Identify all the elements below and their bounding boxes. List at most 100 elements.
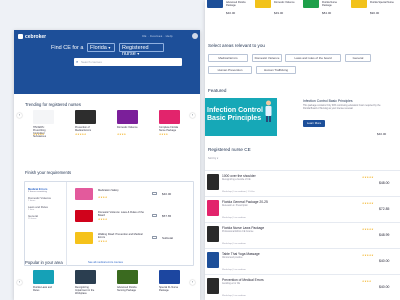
course-card[interactable]: Florida Laws and Rules — [25, 270, 63, 298]
course-thumbnail — [75, 232, 93, 244]
interest-chip[interactable]: Domestic Violence — [252, 54, 282, 62]
requirement-tab[interactable]: Domestic Violence 2 hours — [28, 196, 51, 202]
course-card[interactable]: Special FL Nurse Package — [151, 270, 189, 298]
interest-chip[interactable]: General — [345, 54, 371, 62]
find-label: Find CE for a — [51, 45, 84, 51]
logo[interactable]: cebroker — [18, 34, 46, 40]
course-format: Workshop | Live webinar — [222, 217, 246, 219]
profession-select[interactable]: Registered nurse ▾ — [119, 43, 164, 57]
requirements-title: Finish your requirements — [25, 170, 72, 175]
search-icon: ⌕ — [76, 59, 79, 64]
learn-more-button[interactable]: Learn More — [303, 120, 325, 127]
chevron-left-icon[interactable]: ‹ — [17, 280, 22, 285]
sort-select[interactable]: Sort by ▾ — [208, 157, 218, 160]
course-rating: ★★★★★ — [362, 254, 374, 257]
course-thumbnail — [159, 110, 180, 124]
course-price: $40.00 — [379, 285, 390, 289]
search-placeholder: Search courses — [81, 60, 102, 64]
course-title: Domestic Violence: Laws & Rules of the B… — [98, 211, 144, 217]
course-rating: ★★★★ — [362, 280, 372, 283]
requirement-course-row[interactable]: Walking Road: Prevention and Medical Err… — [75, 232, 190, 244]
course-title: Prevention of Medical Errors — [222, 278, 264, 282]
course-format: Workshop | Live webinar — [222, 295, 246, 297]
course-format: Workshop | Live webinar — [222, 269, 246, 271]
course-price: $57.65 — [162, 214, 172, 218]
chevron-down-icon: ▾ — [216, 157, 219, 160]
course-subtitle: Clinical and practice — [222, 257, 243, 259]
interest-chip[interactable]: Human Prevention — [208, 66, 252, 74]
sort-label: Sort by — [208, 157, 217, 160]
left-screen: cebroker CE · Courses · Help Find CE for… — [14, 30, 200, 300]
course-subtitle: Professional Ethics CE Course — [222, 231, 254, 233]
course-card[interactable]: Complete Florida Nurse Package ★★★★ — [151, 110, 189, 162]
course-card[interactable]: Prevention of Medical Errors ★★★★★ — [67, 110, 105, 162]
course-card[interactable]: Advanced Florida Nursing Package — [109, 270, 147, 298]
search-input[interactable]: ⌕ Search courses — [74, 58, 182, 66]
logo-text: cebroker — [25, 34, 47, 40]
course-price: $48.00 — [379, 181, 390, 185]
course-card[interactable]: Domestic Violence $49.00 — [255, 0, 299, 24]
course-price: $90.00 — [370, 11, 380, 15]
course-card[interactable]: HIV/AIDS: Prescribing Controlled Substan… — [25, 110, 63, 162]
course-title: Prevention of Medical Errors — [75, 126, 92, 132]
course-rating: ★★★★ — [117, 133, 126, 136]
requirements-panel: Medical Errors 2 hours remaining Domestic … — [24, 181, 194, 266]
course-card[interactable]: Recognizing Impairment in the Workplace — [67, 270, 105, 298]
course-title: Florida General Package 20-25 — [222, 200, 268, 204]
course-card[interactable]: Domestic Violence ★★★★ — [109, 110, 147, 162]
chevron-right-icon[interactable]: › — [190, 113, 195, 118]
course-thumbnail — [207, 0, 223, 8]
course-thumbnail — [255, 0, 271, 8]
profession-value: Registered nurse — [122, 45, 149, 57]
chevron-right-icon[interactable]: › — [190, 280, 195, 285]
requirement-course-row[interactable]: Medication Safety ★★★★ $40.00 — [75, 188, 190, 200]
course-thumbnail — [351, 0, 367, 8]
view-all-link[interactable]: See all medical errors courses — [88, 261, 123, 264]
course-title: Special FL Nurse Package — [159, 286, 179, 292]
requirement-tab[interactable]: General 15 hours — [28, 214, 38, 220]
list-title: Registered nurse CE — [208, 147, 251, 152]
course-title: HIV/AIDS: Prescribing Controlled Substan… — [33, 126, 47, 138]
course-title: Advanced Florida Package — [226, 1, 246, 7]
course-title: Walking Road: Prevention and Medical Err… — [98, 233, 143, 239]
course-format: Workshop | Live webinar | 1.5 Hrs — [222, 191, 255, 193]
requirement-tab[interactable]: Laws and Rules 1 hour — [28, 205, 48, 211]
course-thumbnail — [159, 270, 180, 284]
course-title: 1000 over the shoulder — [222, 174, 256, 178]
course-title: Complete Florida Nurse Package — [159, 126, 179, 132]
interest-chip[interactable]: Medical Errors — [208, 54, 248, 62]
course-rating: ★★★★★ — [75, 133, 87, 136]
course-price: $40.00 — [162, 192, 172, 196]
avatar[interactable] — [192, 33, 198, 39]
course-thumbnail — [207, 226, 219, 242]
course-title: Florida Laws and Rules — [33, 286, 53, 292]
featured-description: This package contains Only 30% continuin… — [303, 105, 381, 110]
course-thumbnail — [75, 188, 93, 200]
course-card[interactable]: Florida Special Nurse $90.00 — [351, 0, 395, 24]
course-list-row[interactable]: Prevention of Medical Errors Avoiding err… — [205, 274, 400, 300]
nurse-figure-icon — [265, 100, 272, 122]
featured-image-text: Infection Control Basic Principles — [207, 107, 263, 122]
interest-chip[interactable]: Laws and rules of the board — [285, 54, 341, 62]
course-rating: ★★★★ — [98, 240, 108, 243]
course-rating: ★★★★★ — [362, 228, 374, 231]
course-price: $49.00 — [274, 11, 284, 15]
course-price: $48.99 — [379, 233, 390, 237]
requirement-tab[interactable]: Medical Errors 2 hours remaining — [28, 187, 47, 193]
requirement-course-row[interactable]: Domestic Violence: Laws & Rules of the B… — [75, 210, 190, 222]
course-rating: ★★★★★ — [33, 133, 45, 136]
chevron-left-icon[interactable]: ‹ — [17, 113, 22, 118]
course-rating: ★★★★ — [159, 133, 168, 136]
course-card[interactable]: Advanced Florida Package $40.00 — [207, 0, 251, 24]
state-select[interactable]: Florida ▾ — [87, 43, 115, 52]
course-rating: ★★★★★ — [362, 202, 374, 205]
course-price: $84.00 — [322, 11, 332, 15]
interest-chip[interactable]: Human Trafficking — [256, 66, 296, 74]
course-card[interactable]: Florida Nurse Package $84.00 — [303, 0, 347, 24]
requirements-sidebar: Medical Errors 2 hours remaining Domestic … — [25, 182, 67, 266]
featured-title: Infection Control Basic Principles — [303, 99, 353, 103]
course-title: Domestic Violence — [274, 1, 295, 4]
requirement-remaining: 15 hours — [28, 218, 37, 220]
course-price: $72.85 — [379, 207, 390, 211]
header-links[interactable]: CE · Courses · Help — [142, 34, 173, 38]
